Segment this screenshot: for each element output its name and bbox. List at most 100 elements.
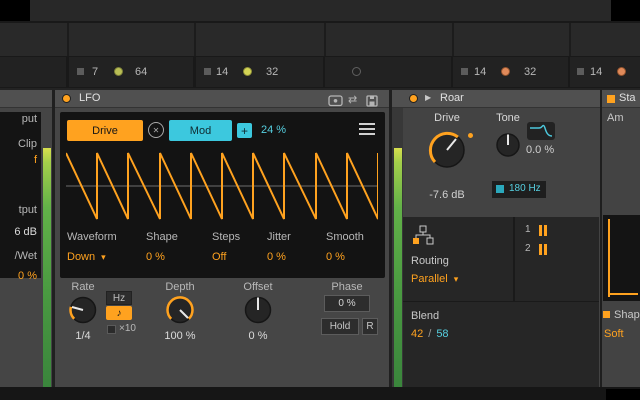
blend-label: Blend — [411, 310, 439, 322]
param-value-fragment[interactable]: 6 dB — [0, 226, 37, 238]
device-title: LFO — [79, 92, 100, 104]
clip-slot[interactable] — [325, 57, 451, 87]
depth-knob[interactable] — [163, 293, 197, 330]
stage-meter-bars — [539, 244, 547, 255]
clip-number: 7 — [92, 66, 98, 78]
param-value-smooth[interactable]: 0 % — [326, 251, 345, 263]
clip-status-dot — [243, 67, 252, 76]
phase-value-field[interactable]: 0 % — [324, 295, 370, 312]
blend-separator: / — [428, 328, 431, 340]
bottom-strip — [0, 387, 640, 400]
routing-select[interactable]: Parallel ▾ — [411, 273, 458, 285]
roar-drive-label: Drive — [424, 112, 470, 124]
unmap-icon[interactable]: ✕ — [148, 122, 164, 138]
save-graphic — [366, 95, 378, 107]
clip-number: 32 — [266, 66, 278, 78]
param-value-shape[interactable]: 0 % — [146, 251, 165, 263]
routing-label: Routing — [411, 255, 449, 267]
rate-value[interactable]: 1/4 — [58, 330, 108, 342]
stage-amount-label: Am — [607, 112, 624, 124]
clip-slot[interactable] — [0, 57, 66, 87]
waveform-value-text: Down — [67, 251, 95, 263]
mod-indicator-dot — [468, 133, 473, 138]
device-on-led[interactable] — [409, 94, 418, 103]
offset-label: Offset — [240, 281, 276, 293]
map-target-button[interactable]: Drive — [67, 120, 143, 141]
save-preset-icon[interactable] — [366, 95, 378, 110]
stage-title: Sta — [619, 92, 636, 104]
sawtooth-waveform-graphic — [66, 148, 378, 224]
clip-number: 14 — [216, 66, 228, 78]
map-mode-icon[interactable] — [328, 95, 343, 110]
rate-knob[interactable] — [66, 293, 100, 330]
param-value-jitter[interactable]: 0 % — [267, 251, 286, 263]
filter-type-square — [496, 185, 504, 193]
retrigger-button[interactable]: R — [362, 318, 378, 335]
lowpass-curve-graphic — [527, 122, 555, 140]
shape-value[interactable]: Soft — [604, 328, 624, 340]
menu-icon[interactable] — [359, 123, 375, 135]
routing-value-text: Parallel — [411, 273, 448, 285]
clip-number: 14 — [474, 66, 486, 78]
mod-tab-button[interactable]: Mod — [169, 120, 232, 141]
knob-graphic — [493, 130, 523, 160]
stage-toggle[interactable] — [607, 95, 615, 103]
stage-meter-number: 1 — [525, 224, 531, 235]
depth-value[interactable]: 100 % — [155, 330, 205, 342]
param-label-smooth: Smooth — [326, 231, 364, 243]
add-mapping-button[interactable]: + — [237, 123, 252, 138]
roar-drive-knob[interactable] — [424, 127, 470, 176]
param-label-waveform: Waveform — [67, 231, 117, 243]
filter-icon[interactable] — [527, 122, 555, 140]
clip-number: 14 — [590, 66, 602, 78]
offset-knob[interactable] — [241, 293, 275, 330]
clip-slot[interactable] — [453, 57, 568, 87]
clip-number: 64 — [135, 66, 147, 78]
x10-checkbox[interactable] — [107, 325, 116, 334]
clip-number: 32 — [524, 66, 536, 78]
expand-triangle-icon[interactable]: ▶ — [425, 93, 431, 102]
offset-value[interactable]: 0 % — [233, 330, 283, 342]
x10-label: ×10 — [119, 323, 136, 334]
corner-block-bottom-right — [606, 389, 640, 400]
left-device-title-border — [0, 107, 52, 108]
clip-stop-button[interactable] — [204, 68, 211, 75]
param-value-fragment[interactable]: f — [0, 154, 37, 166]
roar-tone-value[interactable]: 0.0 % — [526, 144, 554, 156]
rate-sync-button[interactable]: ♪ — [106, 306, 132, 320]
device-on-led[interactable] — [62, 94, 71, 103]
ableton-live-screen: 7 64 14 32 14 32 14 put Clip f tput 6 dB… — [0, 0, 640, 400]
shaper-curve-vline — [608, 219, 610, 297]
mod-amount-value[interactable]: 24 % — [261, 124, 286, 136]
shape-label: Shape — [614, 309, 640, 321]
param-label-fragment: put — [0, 113, 37, 125]
meter-bar — [544, 244, 547, 255]
clip-stop-button[interactable] — [461, 68, 468, 75]
rate-hz-button[interactable]: Hz — [106, 291, 132, 305]
roar-tone-knob[interactable] — [493, 130, 523, 163]
hold-button[interactable]: Hold — [321, 318, 359, 335]
knob-graphic — [241, 293, 275, 327]
hot-swap-icon[interactable]: ⇄ — [348, 93, 357, 106]
level-meter — [43, 148, 51, 387]
param-label-shape: Shape — [146, 231, 178, 243]
meter-bar — [544, 225, 547, 236]
clip-slot[interactable] — [69, 57, 193, 87]
filter-freq-value: 180 Hz — [509, 183, 541, 194]
param-value-waveform[interactable]: Down ▾ — [67, 251, 106, 263]
param-value-fragment[interactable]: 0 % — [0, 270, 37, 282]
clip-stop-button[interactable] — [77, 68, 84, 75]
lfo-waveform-display — [66, 148, 378, 227]
left-device-title-bar — [0, 90, 52, 107]
blend-values[interactable]: 42 / 58 — [411, 328, 449, 340]
session-row-bg — [0, 23, 640, 56]
corner-block-top-left — [0, 0, 30, 21]
stage-header-border — [602, 107, 640, 108]
meter-bar — [539, 244, 542, 255]
filter-freq-field[interactable]: 180 Hz — [492, 181, 546, 198]
roar-drive-value[interactable]: -7.6 dB — [414, 189, 480, 201]
clip-stop-button[interactable] — [577, 68, 584, 75]
routing-graphic — [411, 225, 435, 247]
knob-graphic — [66, 293, 100, 327]
param-value-steps[interactable]: Off — [212, 251, 226, 263]
